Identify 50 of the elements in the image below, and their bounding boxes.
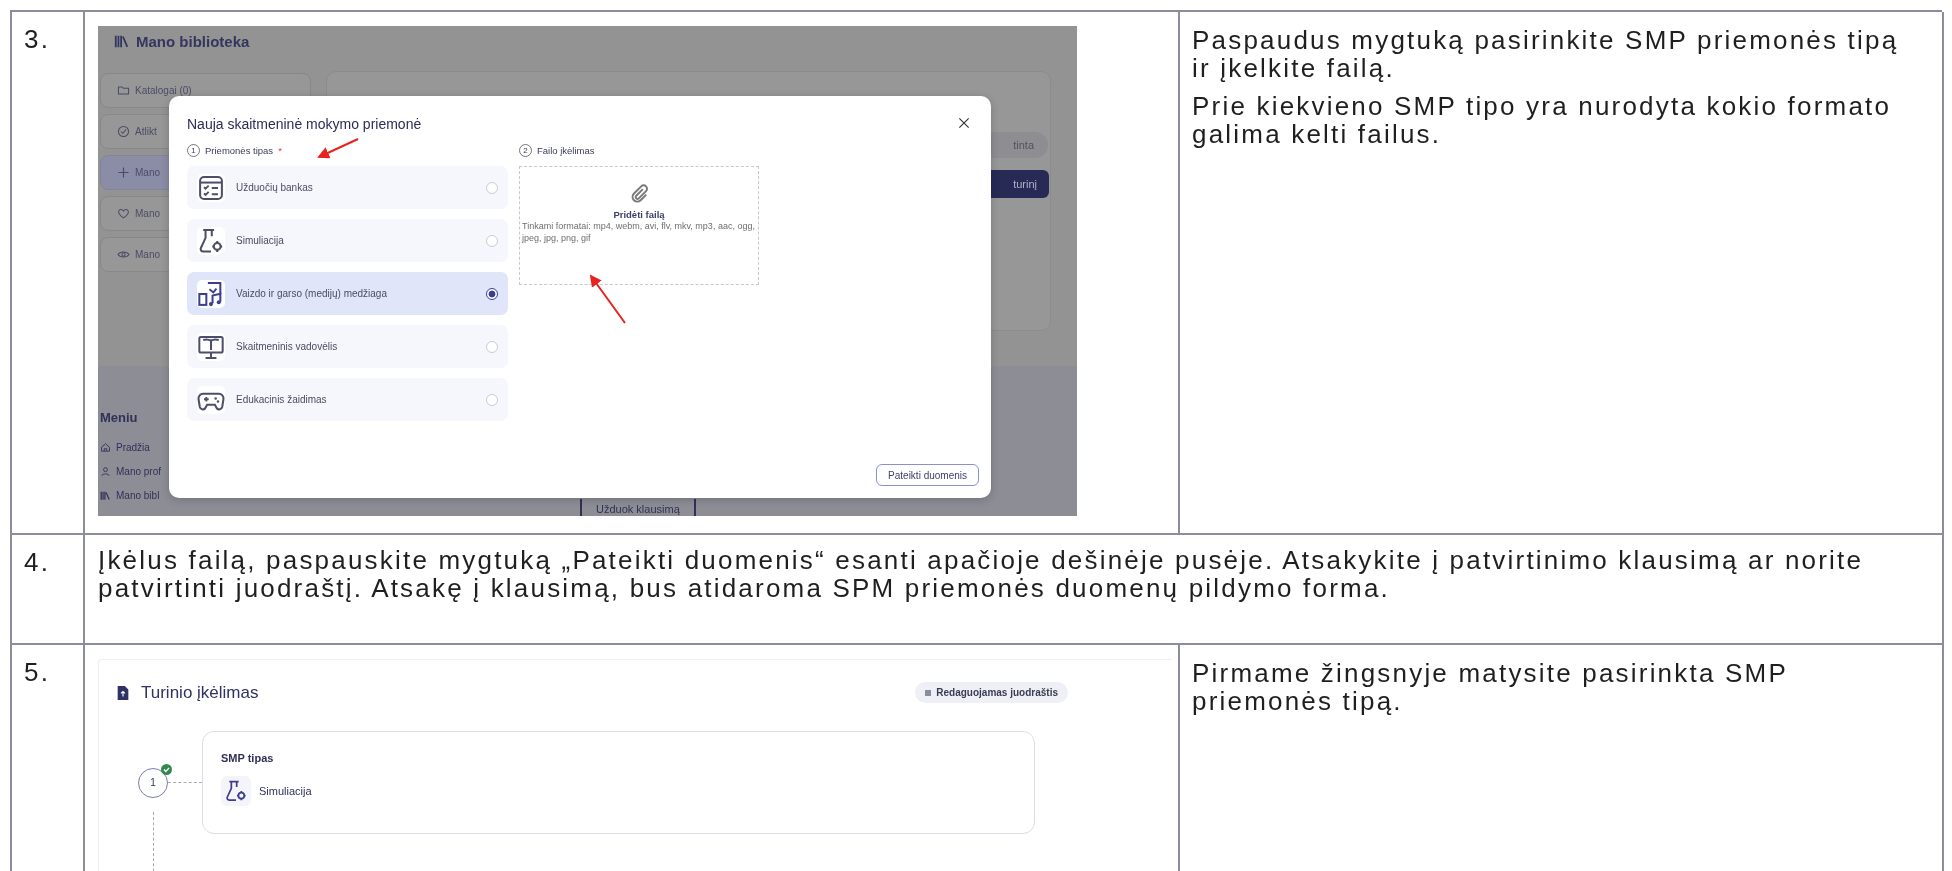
type-option[interactable]: Užduočių bankas [187,166,508,209]
annotation-arrow [317,138,359,159]
type-option[interactable]: Vaizdo ir garso (medijų) medžiaga [187,272,508,315]
type-option[interactable]: Skaitmeninis vadovėlis [187,325,508,368]
instruction-text: Paspaudus mygtuką pasirinkite SMP priemonės tipą ir įkelkite failą. [1192,26,1900,82]
menu-title: Meniu [100,410,139,425]
folder-icon [117,84,130,97]
submit-button[interactable]: Pateikti duomenis [876,464,979,486]
heart-icon [117,207,130,220]
step-number: 1 [150,777,156,788]
books-icon [100,489,111,501]
file-upload-icon [115,684,131,701]
paperclip-icon [629,183,649,203]
step-number: 3. [24,24,51,54]
type-option[interactable]: Simuliacija [187,219,508,262]
section-title: Turinio įkėlimas [141,682,259,703]
step-label: Priemonės tipas [205,145,274,156]
step-number: 5. [24,657,51,687]
formats-hint: Tinkami formatai: mp4, webm, avi, flv, mkv, mp3, aac, ogg, jpeg, jpg, png, gif [520,220,756,244]
eye-icon [117,248,130,261]
step-heading: SMP tipas [221,752,275,764]
file-drop-zone[interactable]: Pridėti failą Tinkami formatai: mp4, webm, avi, flv, mkv, mp3, aac, ogg, jpeg, jpg, png, gif [519,166,759,285]
user-icon [100,465,111,477]
instruction-text: Įkėlus failą, paspauskite mygtuką „Pateikti duomenis“ esanti apačioje dešinėje pusėje. Atsakykite į patvirtinimo klausimą ar norite patvirtinti juodraštį. Atsakę į klausimą, bus atidaroma SPM priemonės duomenų pildymo forma. [98,545,1864,603]
radio-button[interactable] [486,287,498,300]
home-icon [100,441,111,453]
upload-title: Pridėti failą [613,209,665,220]
required-mark: * [278,145,282,156]
instruction-text: Prie kiekvieno SMP tipo yra nurodyta kokio formato galima kelti failus. [1192,92,1893,148]
close-button[interactable] [957,116,971,130]
menu-item[interactable]: Mano prof [100,459,162,483]
flask-icon [197,226,225,255]
check-circle-icon [117,125,130,138]
instruction-text: Pirmame žingsnyje matysite pasirinkta SMP priemonės tipą. [1192,659,1789,715]
type-value: Simuliacija [259,785,312,797]
annotation-arrow [589,274,626,324]
flask-icon [224,779,248,803]
type-option[interactable]: Edukacinis žaidimas [187,378,508,421]
page-title: Mano biblioteka [136,32,250,50]
books-icon [114,33,130,49]
modal-title: Nauja skaitmeninė mokymo priemonė [187,116,422,132]
step-number: 4. [24,547,51,577]
menu-item[interactable]: Pradžia [100,435,162,459]
plus-icon [117,166,130,179]
menu-item[interactable]: Mano bibl [100,483,162,507]
step-label: Failo įkėlimas [537,145,595,156]
status-badge: Redaguojamas juodraštis [915,682,1068,703]
help-button[interactable]: Užduok klausimą [580,499,696,516]
close-icon [957,116,971,130]
checklist-icon [197,173,225,202]
